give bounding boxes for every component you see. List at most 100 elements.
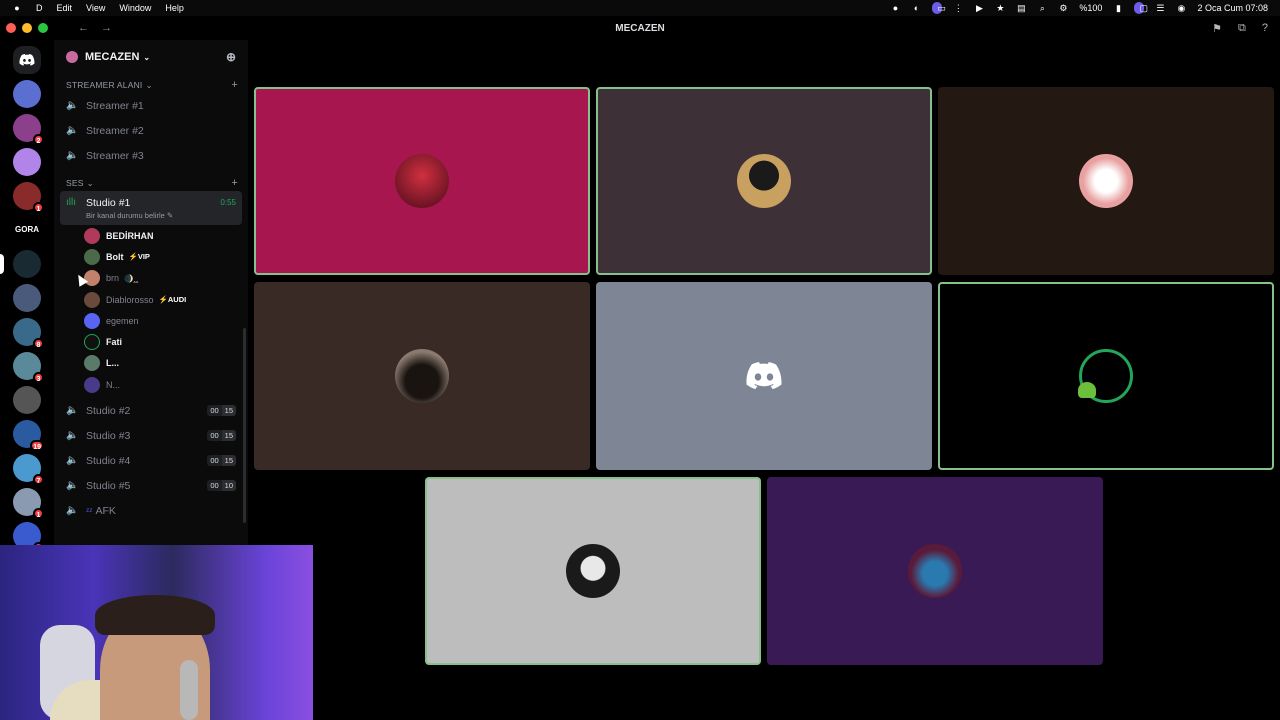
member-name: brn [106, 273, 120, 284]
voice-member[interactable]: Bolt ⚡VIP [84, 246, 248, 267]
voice-member[interactable]: N... [84, 374, 248, 395]
discord-home-button[interactable] [13, 46, 41, 74]
member-tag: 🌒ꞈꞈ [124, 273, 139, 283]
category-streamer-alani[interactable]: STREAMER ALANI ⌄ + [54, 77, 248, 93]
person-hair [95, 595, 215, 635]
category-ses[interactable]: SES ⌄ + [54, 175, 248, 191]
play-icon[interactable]: ▶ [974, 3, 984, 13]
server-icon[interactable]: 2 [13, 114, 44, 145]
server-icon[interactable]: 8 [13, 318, 44, 349]
battery-icon[interactable]: ▮ [1113, 3, 1123, 13]
participant-tile[interactable] [938, 87, 1274, 275]
participant-tile[interactable] [425, 477, 761, 665]
server-icon[interactable] [13, 80, 41, 108]
voice-member[interactable]: Diablorosso ⚡AUDI [84, 289, 248, 310]
microphone-icon [180, 660, 198, 720]
voice-member[interactable]: egemen [84, 310, 248, 331]
forward-arrow-icon[interactable]: → [101, 22, 112, 34]
mention-badge: 2 [33, 134, 44, 145]
control-icon[interactable]: ⚙ [1058, 3, 1068, 13]
participant-tile[interactable] [596, 282, 932, 470]
server-icon[interactable]: 1 [13, 182, 44, 213]
participant-tile[interactable] [767, 477, 1103, 665]
grid-icon[interactable]: ⋮ [953, 3, 963, 13]
voice-channel-streamer-2[interactable]: 🔈 Streamer #2 [60, 118, 242, 143]
avatar [84, 227, 100, 244]
speaker-icon: 🔈 [66, 430, 79, 442]
participant-tile[interactable] [254, 87, 590, 275]
streamer-webcam-overlay [0, 545, 313, 720]
mention-badge: 1 [33, 202, 44, 213]
menu-edit[interactable]: Edit [57, 3, 73, 13]
voice-channel-streamer-1[interactable]: 🔈 Streamer #1 [60, 93, 242, 118]
server-icon[interactable]: 7 [13, 454, 44, 485]
channel-label: Studio #2 [86, 404, 131, 417]
voice-channel-studio-5[interactable]: 🔈 Studio #5 00 10 [60, 473, 242, 498]
server-name: MECAZEN [85, 51, 140, 63]
discord-logo-icon [19, 54, 35, 66]
voice-member[interactable]: brn 🌒ꞈꞈ [84, 268, 248, 289]
screen-share-icon[interactable]: ▭ [932, 2, 946, 14]
server-icon[interactable] [13, 386, 41, 414]
voice-channel-afk[interactable]: 🔈 ᶻᶻ AFK [60, 498, 242, 523]
apple-icon[interactable]: ● [12, 3, 22, 13]
participant-tile[interactable] [596, 87, 932, 275]
help-icon[interactable]: ? [1262, 22, 1268, 35]
control-center-icon[interactable]: ☰ [1155, 3, 1165, 13]
minimize-window-button[interactable] [22, 23, 32, 33]
add-channel-icon[interactable]: + [231, 79, 238, 91]
server-icon[interactable]: 3 [13, 352, 44, 383]
server-icon[interactable] [13, 148, 41, 176]
server-header[interactable]: MECAZEN ⌄ ⊕ [54, 40, 248, 74]
back-arrow-icon[interactable]: ← [78, 22, 89, 34]
voice-member[interactable]: Fati [84, 331, 248, 352]
menu-view[interactable]: View [86, 3, 105, 13]
focus-icon[interactable]: ▢ [1134, 2, 1148, 14]
menu-app[interactable]: D [36, 3, 43, 13]
maximize-window-button[interactable] [38, 23, 48, 33]
menu-window[interactable]: Window [119, 3, 151, 13]
avatar [84, 355, 100, 372]
channel-label: Studio #1 [86, 196, 131, 209]
member-name: BEDİRHAN [106, 230, 154, 241]
voice-channel-studio-2[interactable]: 🔈 Studio #2 00 15 [60, 398, 242, 423]
menu-help[interactable]: Help [165, 3, 184, 13]
server-icon[interactable] [13, 284, 41, 312]
voice-channel-streamer-3[interactable]: 🔈 Streamer #3 [60, 143, 242, 168]
keyboard-icon[interactable]: ▤ [1016, 3, 1026, 13]
add-channel-icon[interactable]: + [231, 177, 238, 189]
user-limit-badge: 00 15 [207, 405, 236, 417]
record-icon[interactable]: ● [890, 3, 900, 13]
channel-status[interactable]: Bir kanal durumu belirle ✎ [66, 211, 236, 220]
server-icon[interactable]: 1 [13, 488, 44, 519]
avatar [395, 349, 449, 403]
voice-member[interactable]: BEDİRHAN [84, 225, 248, 246]
channel-label: Streamer #3 [86, 149, 144, 162]
invite-people-icon[interactable]: ⊕ [226, 50, 236, 64]
voice-channel-studio-4[interactable]: 🔈 Studio #4 00 15 [60, 448, 242, 473]
sidebar-scrollbar[interactable] [243, 328, 246, 523]
siri-icon[interactable]: ◉ [1176, 3, 1186, 13]
server-icon[interactable]: 19 [13, 420, 44, 451]
participant-tile[interactable] [938, 282, 1274, 470]
channel-label: Streamer #2 [86, 124, 144, 137]
chevron-down-icon: ⌄ [86, 177, 94, 188]
server-icon-mecazen[interactable] [0, 250, 41, 278]
star-icon[interactable]: ★ [995, 3, 1005, 13]
search-icon[interactable]: ⌕ [1037, 3, 1047, 13]
macos-menubar: ● D Edit View Window Help ● ◐ ▭ ⋮ ▶ ★ ▤ … [0, 0, 1280, 16]
voice-channel-studio-1[interactable]: ıllı Studio #1 0:55 Bir kanal durumu bel… [60, 191, 242, 225]
inbox-icon[interactable]: ⚑ [1212, 22, 1222, 35]
voice-channel-studio-3[interactable]: 🔈 Studio #3 00 15 [60, 423, 242, 448]
server-icon-gora[interactable]: GORA [13, 216, 41, 244]
speaker-icon: 🔈 [66, 100, 79, 111]
server-badge-icon [66, 51, 78, 63]
menubar-datetime[interactable]: 2 Oca Cum 07:08 [1197, 3, 1268, 13]
voice-member[interactable]: L... [84, 353, 248, 374]
close-window-button[interactable] [6, 23, 16, 33]
activity-icon[interactable]: ◐ [911, 3, 921, 13]
participant-tile[interactable] [254, 282, 590, 470]
popout-icon[interactable]: ⧉ [1238, 22, 1246, 35]
discord-logo-icon [746, 362, 782, 390]
channel-label: Streamer #1 [86, 99, 144, 112]
